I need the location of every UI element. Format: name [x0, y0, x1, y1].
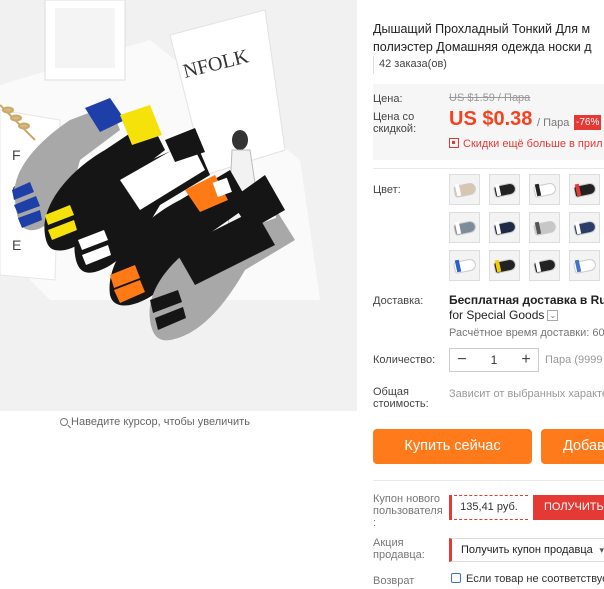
discount-price-label-line-1: Цена со	[373, 111, 415, 123]
orders-count[interactable]: 42 заказа(ов)	[379, 58, 447, 70]
color-swatch-10[interactable]	[489, 250, 520, 281]
color-swatch-1[interactable]	[449, 174, 480, 205]
color-swatch-5[interactable]	[449, 212, 480, 243]
qr-code-icon	[449, 138, 459, 148]
section-divider	[373, 480, 604, 481]
product-title: Дышащий Прохладный Тонкий Для м полиэсте…	[373, 20, 604, 56]
color-swatch-2[interactable]	[489, 174, 520, 205]
total-label-line-1: Общая	[373, 386, 409, 398]
price-block: Цена: US $1.59 / Пара Цена со скидкой: U…	[373, 84, 604, 160]
quantity-available: Пара (9999	[545, 354, 603, 366]
quantity-stepper: − 1 +	[449, 348, 539, 372]
price-unit: / Пара	[537, 117, 570, 129]
total-price-text: Зависит от выбранных характе	[449, 388, 604, 400]
coupon-label-line-3: :	[373, 517, 377, 529]
coupon-label-line-2: пользователя	[373, 505, 443, 517]
quantity-input[interactable]: 1	[474, 353, 514, 367]
buy-now-button[interactable]: Купить сейчас	[373, 429, 532, 464]
special-goods-text: for Special Goods	[449, 308, 545, 322]
color-swatch-4[interactable]	[569, 174, 600, 205]
coupon-label-line-1: Купон нового	[373, 493, 441, 505]
old-price: US $1.59 / Пара	[449, 92, 531, 104]
seller-promo-label-line-1: Акция	[373, 537, 404, 549]
increase-quantity-button[interactable]: +	[514, 349, 538, 371]
price-label: Цена:	[373, 93, 403, 105]
product-photo: NFOLK F O E	[0, 0, 357, 411]
delivery-text: Бесплатная доставка в Russi	[449, 293, 604, 307]
chevron-down-icon: ⌄	[547, 310, 559, 321]
color-swatch-9[interactable]	[449, 250, 480, 281]
section-divider	[373, 168, 604, 169]
paper-letter-3: E	[12, 237, 21, 253]
zoom-hint-text: Наведите курсор, чтобы увеличить	[71, 416, 250, 428]
app-discount-link[interactable]: Скидки ещё больше в прил	[449, 138, 603, 150]
delivery-label: Доставка:	[373, 295, 424, 307]
decrease-quantity-button[interactable]: −	[450, 349, 474, 371]
returns-info[interactable]: Если товар не соответствует	[451, 573, 604, 585]
discount-price-label: Цена со скидкой:	[373, 111, 416, 135]
total-label-line-2: стоимость:	[373, 398, 429, 410]
seller-coupon-select[interactable]: Получить купон продавца ▾	[449, 538, 604, 562]
returns-label: Возврат	[373, 575, 415, 587]
add-to-cart-button[interactable]: Добав	[541, 429, 604, 464]
color-label: Цвет:	[373, 184, 401, 196]
magnifier-icon	[60, 418, 69, 426]
current-price: US $0.38	[449, 108, 533, 130]
app-discount-text: Скидки ещё больше в прил	[463, 138, 603, 150]
new-user-coupon-label: Купон нового пользователя :	[373, 493, 443, 529]
coupon-amount: 135,41 руб.	[449, 495, 528, 520]
color-swatch-8[interactable]	[569, 212, 600, 243]
seller-coupon-select-text: Получить купон продавца	[461, 544, 593, 556]
get-coupon-button[interactable]: ПОЛУЧИТЬ	[533, 495, 604, 520]
discount-badge: -76%	[574, 115, 602, 130]
delivery-estimate: Расчётное время доставки: 60	[449, 327, 604, 339]
zoom-hint: Наведите курсор, чтобы увеличить	[0, 416, 310, 428]
color-swatch-7[interactable]	[529, 212, 560, 243]
product-title-line-1: Дышащий Прохладный Тонкий Для м	[373, 22, 591, 36]
color-swatch-6[interactable]	[489, 212, 520, 243]
coupon-edge	[449, 495, 452, 520]
color-swatch-12[interactable]	[569, 250, 600, 281]
orders-divider	[373, 56, 374, 74]
buyer-protection-icon	[451, 573, 461, 583]
special-goods-dropdown[interactable]: for Special Goods ⌄	[449, 308, 559, 322]
quantity-label: Количество:	[373, 354, 436, 366]
color-swatch-11[interactable]	[529, 250, 560, 281]
total-label: Общая стоимость:	[373, 386, 429, 410]
color-swatches	[449, 174, 600, 281]
product-image[interactable]: NFOLK F O E	[0, 0, 357, 411]
color-swatch-3[interactable]	[529, 174, 560, 205]
product-title-line-2: полиэстер Домашняя одежда носки д	[373, 40, 592, 54]
seller-promo-label: Акция продавца:	[373, 537, 425, 561]
returns-text: Если товар не соответствует	[466, 573, 604, 585]
seller-promo-label-line-2: продавца:	[373, 549, 425, 561]
chevron-down-icon: ▾	[599, 545, 604, 555]
paper-letter-1: F	[12, 147, 21, 163]
discount-price-label-line-2: скидкой:	[373, 123, 417, 135]
